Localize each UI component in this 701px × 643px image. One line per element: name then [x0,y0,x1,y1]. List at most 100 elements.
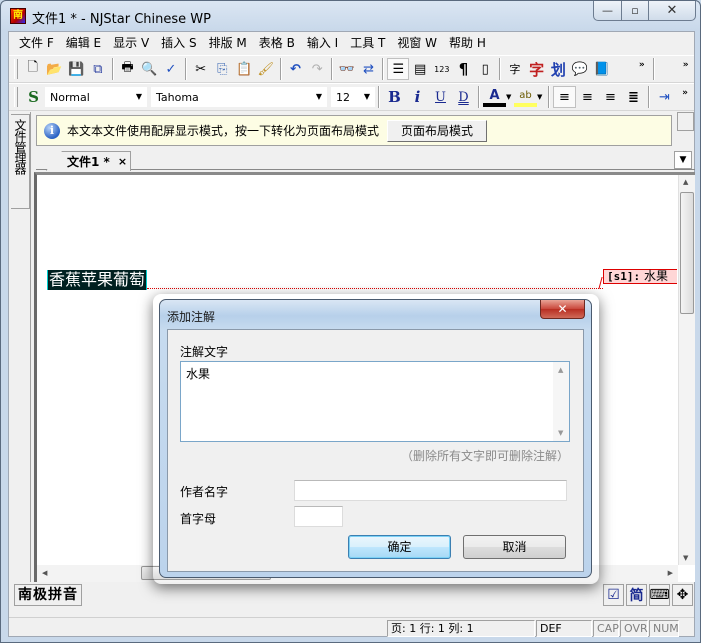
open-folder-icon[interactable]: 📂 [44,58,66,80]
font-size-select[interactable]: 12 ▼ [331,87,375,107]
indent-icon[interactable]: ⇥ [653,86,676,108]
menu-format[interactable]: 排版 M [203,33,253,53]
file-manager-tab[interactable]: 文件管理器 [11,114,30,209]
frame-icon[interactable]: ▯ [474,58,496,80]
comment-icon[interactable]: 💬 [569,58,591,80]
ime-mode-button[interactable]: 南极拼音 [14,584,82,606]
scroll-left-arrow-icon[interactable]: ◀ [42,569,47,577]
standard-toolbar: 🗋 📂 💾 ⧉ 🖶 🔍 ✓ ✂ ⎘ 📋 🖌 ↶ ↷ 👓 ⇄ ☰ ▤ 123 ¶ … [9,55,694,83]
stroke-lookup-icon[interactable]: 划 [547,58,569,80]
replace-icon[interactable]: ⇄ [358,58,380,80]
align-justify-icon[interactable]: ≣ [622,86,645,108]
book-icon[interactable]: 📘 [591,58,613,80]
print-preview-icon[interactable]: 🔍 [138,58,160,80]
double-underline-button[interactable]: D [452,86,475,108]
move-icon[interactable]: ✥ [672,584,693,606]
scroll-up-arrow-icon[interactable]: ▲ [683,178,688,186]
toolbar-grip[interactable] [14,87,18,107]
style-icon[interactable]: S [22,86,45,108]
paste-icon[interactable]: 📋 [233,58,255,80]
menu-window[interactable]: 视窗 W [391,33,443,53]
status-num: NUM [649,620,679,637]
simplified-chinese-icon[interactable]: 简 [626,584,647,606]
checkbox-icon[interactable]: ☑ [603,584,624,606]
align-right-icon[interactable]: ≡ [599,86,622,108]
toolbar-overflow-button[interactable]: » [633,58,650,80]
menu-input[interactable]: 输入 I [301,33,344,53]
dialog-close-button[interactable]: ✕ [540,300,585,319]
redo-icon[interactable]: ↷ [306,58,328,80]
document-tab[interactable]: 文件1 * × [46,151,131,171]
menu-help[interactable]: 帮助 H [443,33,492,53]
highlight-button[interactable]: ab [514,87,537,107]
underline-button[interactable]: U [429,86,452,108]
dictionary-icon[interactable]: 字 [504,58,526,80]
copy-icon[interactable]: ⎘ [212,58,234,80]
cut-icon[interactable]: ✂ [190,58,212,80]
side-panel: 文件管理器 [9,112,31,582]
scroll-up-arrow-icon[interactable]: ▲ [558,366,563,374]
menu-file[interactable]: 文件 F [13,33,60,53]
menu-table[interactable]: 表格 B [253,33,301,53]
comment-text-input[interactable]: 水果 ▲ ▼ [180,361,570,442]
paragraph-marks-icon[interactable]: ¶ [453,58,475,80]
vertical-scrollbar[interactable]: ▲ ▼ [678,175,695,565]
toolbar-grip[interactable] [14,59,18,79]
print-icon[interactable]: 🖶 [117,58,139,80]
textarea-scrollbar[interactable]: ▲ ▼ [553,362,569,441]
cancel-button[interactable]: 取消 [463,535,566,559]
toolbar-separator [382,58,385,80]
menu-tools[interactable]: 工具 T [344,33,391,53]
scroll-down-arrow-icon[interactable]: ▼ [683,554,688,562]
ok-button[interactable]: 确定 [348,535,451,559]
char-lookup-icon[interactable]: 字 [526,58,548,80]
menu-view[interactable]: 显示 V [107,33,155,53]
menu-edit[interactable]: 编辑 E [60,33,107,53]
format-painter-icon[interactable]: 🖌 [255,58,277,80]
save-all-icon[interactable]: ⧉ [87,58,109,80]
page-view-icon[interactable]: ☰ [387,58,410,80]
spell-check-icon[interactable]: ✓ [160,58,182,80]
comment-balloon[interactable]: [s1]: 水果 [603,269,677,284]
ruler-icon[interactable]: 123 [431,58,453,80]
vertical-scroll-thumb[interactable] [680,192,694,314]
toolbar-separator [499,58,502,80]
comment-text-label: 注解文字 [180,345,229,359]
align-center-icon[interactable]: ≡ [576,86,599,108]
page-layout-mode-button[interactable]: 页面布局模式 [387,119,488,142]
tab-list-dropdown[interactable]: ▼ [674,151,692,169]
ime-icons: ☑ 简 ⌨ ✥ [601,584,693,606]
status-bar: 页: 1 行: 1 列: 1 DEF CAP OVR NUM [9,617,694,637]
scroll-right-arrow-icon[interactable]: ▶ [668,569,673,577]
find-icon[interactable]: 👓 [336,58,358,80]
italic-button[interactable]: i [406,86,429,108]
normal-view-icon[interactable]: ▤ [409,58,431,80]
undo-icon[interactable]: ↶ [285,58,307,80]
align-left-icon[interactable]: ≡ [553,86,576,108]
toolbar-overflow-button[interactable]: » [676,86,694,108]
status-ovr: OVR [620,620,648,637]
menu-insert[interactable]: 插入 S [155,33,202,53]
minimize-button[interactable]: — [593,1,622,21]
maximize-button[interactable]: ▫ [622,1,649,21]
font-color-button[interactable]: A [483,87,506,107]
chevron-down-icon: ▼ [315,92,322,101]
save-icon[interactable]: 💾 [65,58,87,80]
new-document-icon[interactable]: 🗋 [22,58,44,80]
initials-input[interactable] [294,506,343,527]
close-tab-icon[interactable]: × [118,155,127,168]
chevron-down-icon[interactable]: ▼ [537,93,545,101]
bold-button[interactable]: B [383,86,406,108]
scroll-down-arrow-icon[interactable]: ▼ [558,429,563,437]
font-select[interactable]: Tahoma ▼ [151,87,327,107]
selected-text[interactable]: 香蕉苹果葡萄 [47,270,148,290]
close-button[interactable]: ✕ [649,1,696,21]
chevron-down-icon[interactable]: ▼ [506,93,514,101]
keyboard-icon[interactable]: ⌨ [649,584,670,606]
author-name-input[interactable] [294,480,567,501]
infobar-side-button[interactable] [677,112,694,131]
toolbar-overflow-button-2[interactable]: » [677,58,694,80]
style-select[interactable]: Normal ▼ [45,87,147,107]
app-icon[interactable]: 南 [10,8,26,24]
toolbar-separator [378,86,380,108]
